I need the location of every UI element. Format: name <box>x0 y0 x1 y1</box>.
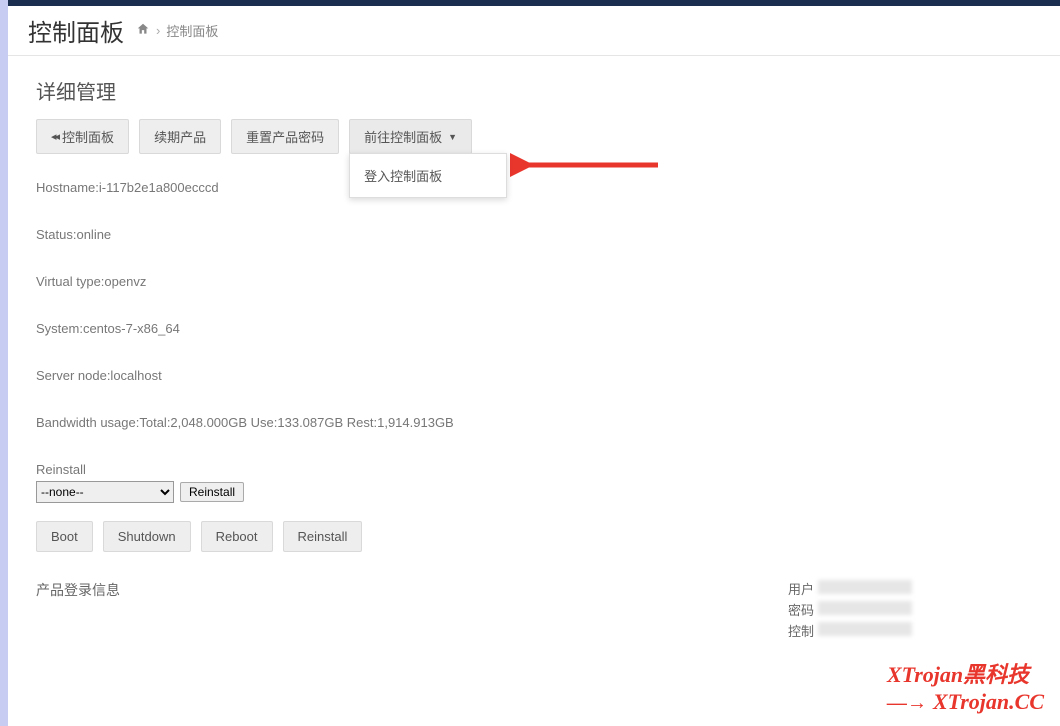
system-line: System:centos-7-x86_64 <box>36 321 1032 336</box>
pass-value-blurred <box>818 601 912 615</box>
reinstall-action-button[interactable]: Reinstall <box>283 521 363 552</box>
user-value-blurred <box>818 580 912 594</box>
goto-panel-menu: 登入控制面板 <box>349 153 507 198</box>
reinstall-select[interactable]: --none-- <box>36 481 174 503</box>
ctrl-value-blurred <box>818 622 912 636</box>
double-chevron-left-icon: ◂◂ <box>51 130 58 143</box>
arrow-right-icon: —→ <box>887 692 927 714</box>
goto-panel-dropdown: 前往控制面板 ▼ 登入控制面板 <box>349 119 472 154</box>
shutdown-button[interactable]: Shutdown <box>103 521 191 552</box>
login-info-title: 产品登录信息 <box>36 580 120 600</box>
watermark-line1: XTrojan黑科技 <box>887 661 1044 689</box>
page-title: 控制面板 <box>28 13 124 48</box>
breadcrumb: › 控制面板 <box>136 21 218 40</box>
toolbar: ◂◂ 控制面板 续期产品 重置产品密码 前往控制面板 ▼ 登入控制面板 <box>36 119 1032 154</box>
login-info-row: 产品登录信息 用户 密码 控制 <box>36 580 1032 642</box>
back-to-panel-button[interactable]: ◂◂ 控制面板 <box>36 119 129 154</box>
user-label: 用户 <box>788 580 814 601</box>
watermark-line2: XTrojan.CC <box>933 689 1044 714</box>
reinstall-row: --none-- Reinstall <box>36 481 1032 503</box>
dropdown-login-item[interactable]: 登入控制面板 <box>350 158 506 193</box>
reset-password-button[interactable]: 重置产品密码 <box>231 119 339 154</box>
caret-down-icon: ▼ <box>448 132 457 142</box>
left-stripe <box>0 0 8 726</box>
ctrl-label: 控制 <box>788 622 814 643</box>
section-title: 详细管理 <box>36 76 1032 105</box>
goto-panel-button[interactable]: 前往控制面板 ▼ <box>349 119 472 154</box>
status-line: Status:online <box>36 227 1032 242</box>
pass-label: 密码 <box>788 601 814 622</box>
main-content: 详细管理 ◂◂ 控制面板 续期产品 重置产品密码 前往控制面板 ▼ 登入控制面板 <box>8 56 1060 662</box>
home-icon[interactable] <box>136 22 150 39</box>
back-button-label: 控制面板 <box>62 127 114 146</box>
reboot-button[interactable]: Reboot <box>201 521 273 552</box>
boot-button[interactable]: Boot <box>36 521 93 552</box>
breadcrumb-current: 控制面板 <box>166 21 218 40</box>
bandwidth-line: Bandwidth usage:Total:2,048.000GB Use:13… <box>36 415 1032 430</box>
virtual-type-line: Virtual type:openvz <box>36 274 1032 289</box>
action-row: Boot Shutdown Reboot Reinstall <box>36 521 1032 552</box>
watermark: XTrojan黑科技 —→ XTrojan.CC <box>887 661 1044 717</box>
reinstall-submit-button[interactable]: Reinstall <box>180 482 244 502</box>
header-bar: 控制面板 › 控制面板 <box>8 6 1060 56</box>
reinstall-label: Reinstall <box>36 462 1032 477</box>
server-node-line: Server node:localhost <box>36 368 1032 383</box>
renew-product-button[interactable]: 续期产品 <box>139 119 221 154</box>
hostname-line: Hostname:i-117b2e1a800ecccd <box>36 180 1032 195</box>
login-info-values: 用户 密码 控制 <box>788 580 912 642</box>
breadcrumb-separator: › <box>156 23 160 38</box>
